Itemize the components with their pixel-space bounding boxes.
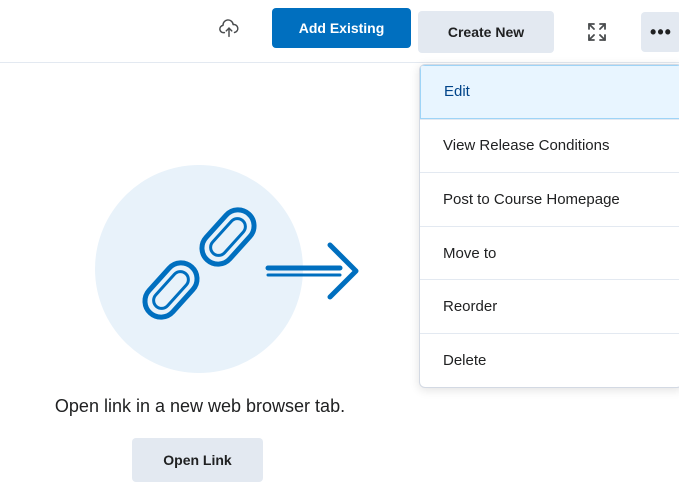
open-link-button[interactable]: Open Link [132,438,263,482]
chain-link-arrow-icon [95,165,359,373]
cloud-upload-icon[interactable] [218,18,240,40]
menu-item-reorder[interactable]: Reorder [420,279,679,333]
menu-item-post-to-course-homepage[interactable]: Post to Course Homepage [420,172,679,226]
create-new-button[interactable]: Create New [418,11,554,53]
more-actions-menu: Edit View Release Conditions Post to Cou… [419,64,679,388]
fullscreen-expand-icon[interactable] [585,20,609,44]
toolbar: Add Existing Create New ••• [0,0,679,63]
open-link-caption: Open link in a new web browser tab. [54,396,346,416]
menu-item-edit[interactable]: Edit [420,65,679,119]
menu-item-view-release-conditions[interactable]: View Release Conditions [420,118,679,173]
menu-item-move-to[interactable]: Move to [420,225,679,280]
add-existing-button[interactable]: Add Existing [272,8,411,48]
menu-item-delete[interactable]: Delete [420,332,679,387]
more-actions-button[interactable]: ••• [641,12,679,52]
